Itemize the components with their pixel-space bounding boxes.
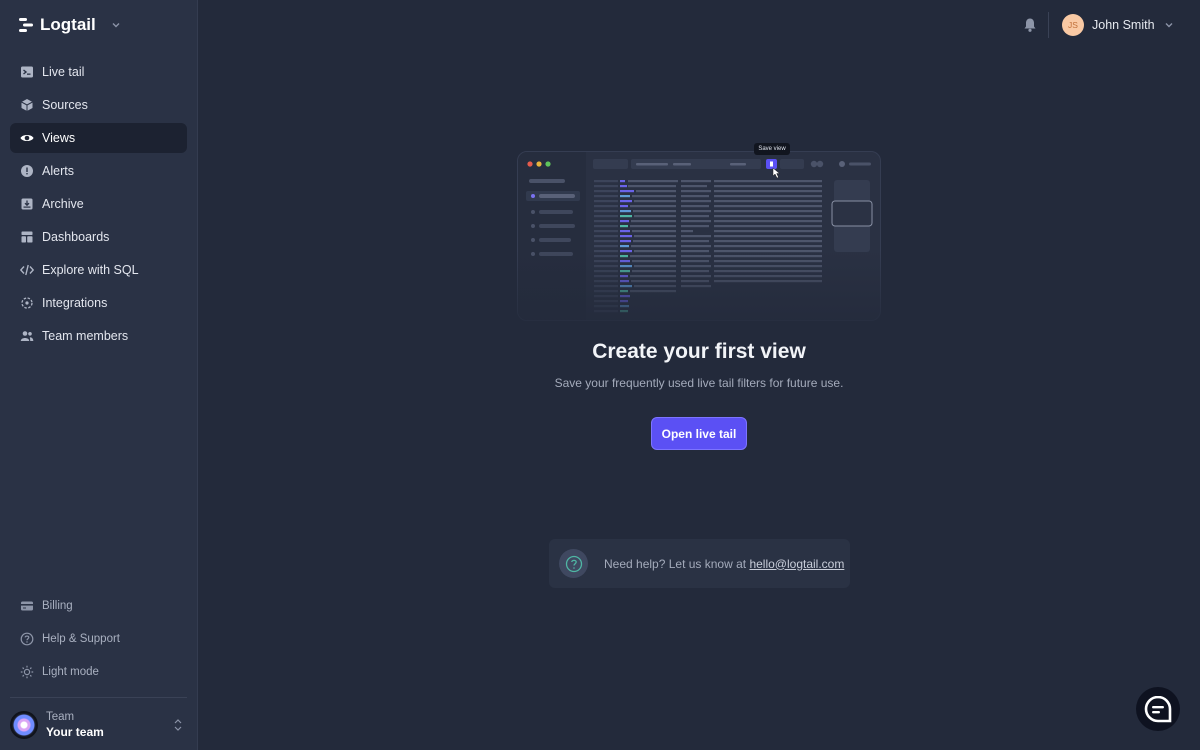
sidebar: Logtail Live tail Sources Views Alerts A… <box>0 0 198 750</box>
empty-state-title: Create your first view <box>592 340 806 363</box>
sidebar-item-sources[interactable]: Sources <box>10 90 187 120</box>
chat-icon <box>1144 695 1172 723</box>
sidebar-item-live-tail[interactable]: Live tail <box>10 57 187 87</box>
users-icon <box>20 331 34 341</box>
sidebar-item-label: Archive <box>42 197 84 211</box>
chevron-up-down-icon[interactable] <box>173 717 183 733</box>
bell-icon[interactable] <box>1022 17 1038 33</box>
help-text: Need help? Let us know at <box>604 556 750 571</box>
sidebar-item-alerts[interactable]: Alerts <box>10 156 187 186</box>
team-name: Your team <box>46 724 104 739</box>
sidebar-item-label: Views <box>42 131 76 145</box>
chevron-down-icon <box>1165 23 1173 28</box>
sidebar-item-label: Light mode <box>42 666 99 678</box>
sidebar-bottom-nav: Billing Help & Support Light mode <box>10 591 187 690</box>
sidebar-item-dashboards[interactable]: Dashboards <box>10 222 187 252</box>
sidebar-item-label: Billing <box>42 600 73 612</box>
alert-icon <box>21 165 33 177</box>
sidebar-item-team-members[interactable]: Team members <box>10 321 187 351</box>
sidebar-item-label: Live tail <box>42 65 85 79</box>
sidebar-item-integrations[interactable]: Integrations <box>10 288 187 318</box>
user-menu[interactable]: JS John Smith <box>1062 14 1175 36</box>
dashboard-icon <box>21 231 33 243</box>
avatar: JS <box>1062 14 1084 36</box>
team-switcher[interactable]: Team Your team <box>10 697 187 747</box>
logtail-logo-icon <box>19 18 33 32</box>
sidebar-item-label: Sources <box>42 98 88 112</box>
terminal-icon <box>21 66 33 78</box>
sidebar-item-label: Dashboards <box>42 230 110 244</box>
sidebar-item-label: Help & Support <box>42 633 120 645</box>
help-email-link[interactable]: hello@logtail.com <box>749 557 844 571</box>
sun-icon <box>20 665 34 679</box>
sidebar-item-archive[interactable]: Archive <box>10 189 187 219</box>
user-name: John Smith <box>1092 18 1155 32</box>
help-banner: Need help? Let us know at hello@logtail.… <box>549 539 850 588</box>
logo[interactable]: Logtail <box>18 14 122 36</box>
code-icon <box>20 264 34 276</box>
sidebar-item-explore-sql[interactable]: Explore with SQL <box>10 255 187 285</box>
sidebar-item-label: Explore with SQL <box>42 263 139 277</box>
open-live-tail-button[interactable]: Open live tail <box>651 417 747 450</box>
sidebar-item-label: Alerts <box>42 164 74 178</box>
sidebar-item-label: Integrations <box>42 296 108 310</box>
save-view-tooltip: Save view <box>754 143 790 155</box>
team-label: Team <box>46 710 75 723</box>
sidebar-item-light-mode[interactable]: Light mode <box>10 657 187 687</box>
help-icon <box>559 549 588 578</box>
chat-widget-button[interactable] <box>1136 687 1180 731</box>
integrations-icon <box>21 297 33 309</box>
sidebar-item-label: Team members <box>42 329 129 343</box>
credit-card-icon <box>21 601 33 611</box>
archive-icon <box>21 198 33 210</box>
chevron-down-icon[interactable] <box>110 19 122 31</box>
sidebar-nav: Live tail Sources Views Alerts Archive D… <box>10 57 187 354</box>
sidebar-item-views[interactable]: Views <box>10 123 187 153</box>
sidebar-item-help-support[interactable]: Help & Support <box>10 624 187 654</box>
help-circle-icon <box>20 632 34 646</box>
app-name: Logtail <box>40 15 96 34</box>
team-avatar <box>10 710 38 739</box>
cube-icon <box>21 99 33 111</box>
sidebar-item-billing[interactable]: Billing <box>10 591 187 621</box>
header-divider <box>1048 12 1049 38</box>
empty-state-subtitle: Save your frequently used live tail filt… <box>554 376 844 390</box>
eye-icon <box>20 135 34 141</box>
question-circle-icon <box>565 555 582 572</box>
